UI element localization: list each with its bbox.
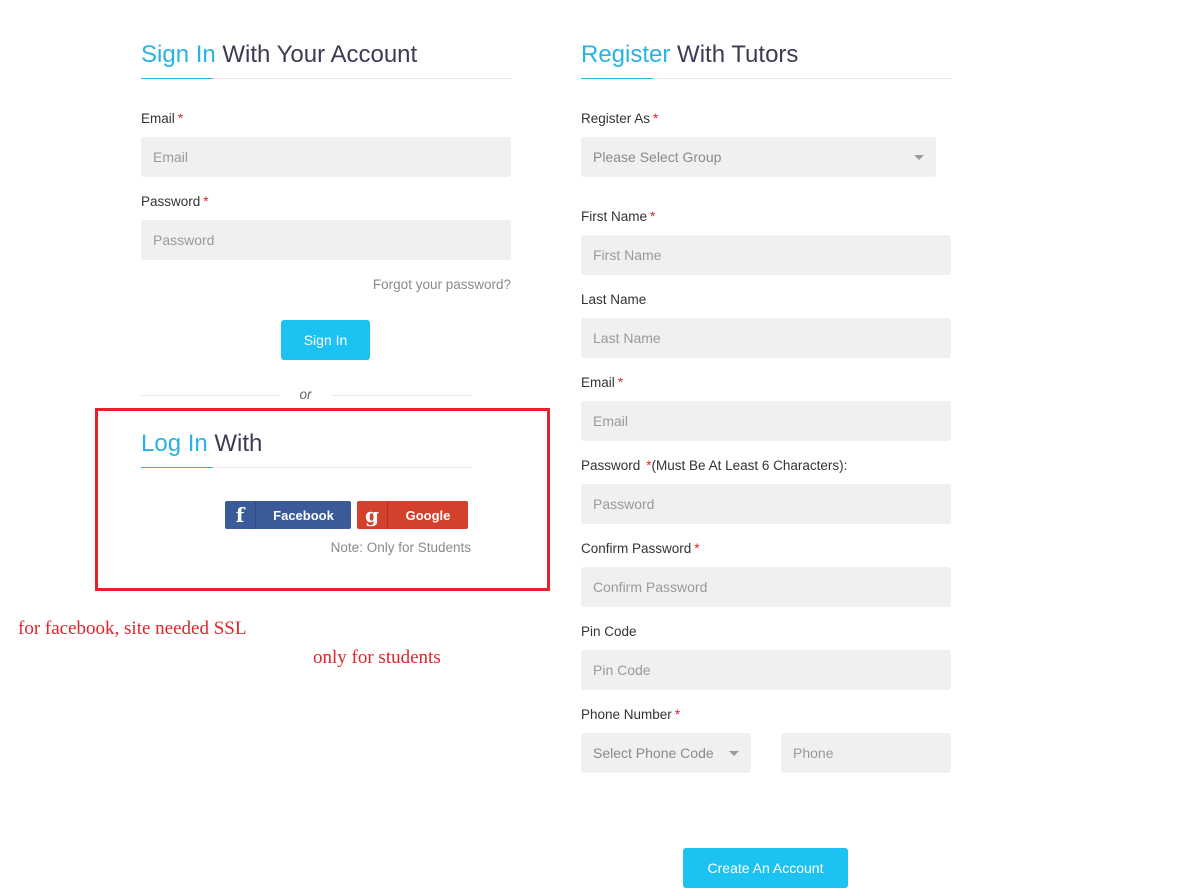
social-heading-divider (141, 467, 471, 468)
register-as-value: Please Select Group (593, 149, 722, 165)
register-heading-accent: Register (581, 41, 671, 68)
register-password-input[interactable] (581, 484, 951, 524)
confirm-password-label: Confirm Password * (581, 541, 700, 556)
first-name-label: First Name * (581, 209, 656, 224)
password-hint: (Must Be At Least 6 Characters): (651, 458, 848, 473)
social-heading-rest: With (207, 430, 263, 457)
students-annotation: only for students (313, 647, 441, 668)
forgot-password-link[interactable]: Forgot your password? (311, 277, 511, 292)
register-email-input[interactable] (581, 401, 951, 441)
register-password-label: Password *(Must Be At Least 6 Characters)… (581, 458, 848, 473)
social-heading-accent: Log In (141, 430, 208, 457)
signin-heading: Sign In With Your Account (141, 40, 417, 70)
phone-input[interactable] (781, 733, 951, 773)
chevron-down-icon (729, 750, 739, 756)
register-email-label: Email * (581, 375, 624, 390)
register-heading: Register With Tutors (581, 40, 798, 70)
google-icon: g (357, 501, 388, 529)
signin-heading-accent: Sign In (141, 41, 216, 68)
chevron-down-icon (914, 154, 924, 160)
google-login-button[interactable]: g Google (357, 501, 468, 529)
confirm-password-input[interactable] (581, 567, 951, 607)
register-as-label: Register As * (581, 111, 659, 126)
sign-in-button[interactable]: Sign In (281, 320, 370, 360)
first-name-input[interactable] (581, 235, 951, 275)
google-label: Google (405, 507, 451, 523)
pin-code-input[interactable] (581, 650, 951, 690)
signin-heading-rest: With Your Account (215, 41, 418, 68)
register-heading-rest: With Tutors (670, 41, 799, 68)
signin-password-input[interactable] (141, 220, 511, 260)
or-separator: or (299, 387, 312, 402)
pin-code-label: Pin Code (581, 624, 637, 639)
facebook-label: Facebook (273, 507, 334, 523)
facebook-login-button[interactable]: f Facebook (225, 501, 351, 529)
or-divider-left (141, 395, 279, 396)
social-login-heading: Log In With (141, 429, 262, 459)
phone-code-select[interactable]: Select Phone Code (581, 733, 751, 773)
ssl-annotation: for facebook, site needed SSL (18, 618, 247, 639)
phone-code-value: Select Phone Code (593, 745, 714, 761)
register-heading-divider (581, 78, 951, 79)
create-account-button[interactable]: Create An Account (683, 848, 848, 888)
register-as-select[interactable]: Please Select Group (581, 137, 936, 177)
signin-email-input[interactable] (141, 137, 511, 177)
signin-password-label: Password * (141, 194, 209, 209)
phone-number-label: Phone Number * (581, 707, 681, 722)
signin-heading-divider (141, 78, 511, 79)
facebook-icon: f (225, 501, 256, 529)
signin-email-label: Email * (141, 111, 184, 126)
social-login-note: Note: Only for Students (330, 540, 471, 555)
or-divider-right (332, 395, 471, 396)
last-name-label: Last Name (581, 292, 647, 307)
last-name-input[interactable] (581, 318, 951, 358)
